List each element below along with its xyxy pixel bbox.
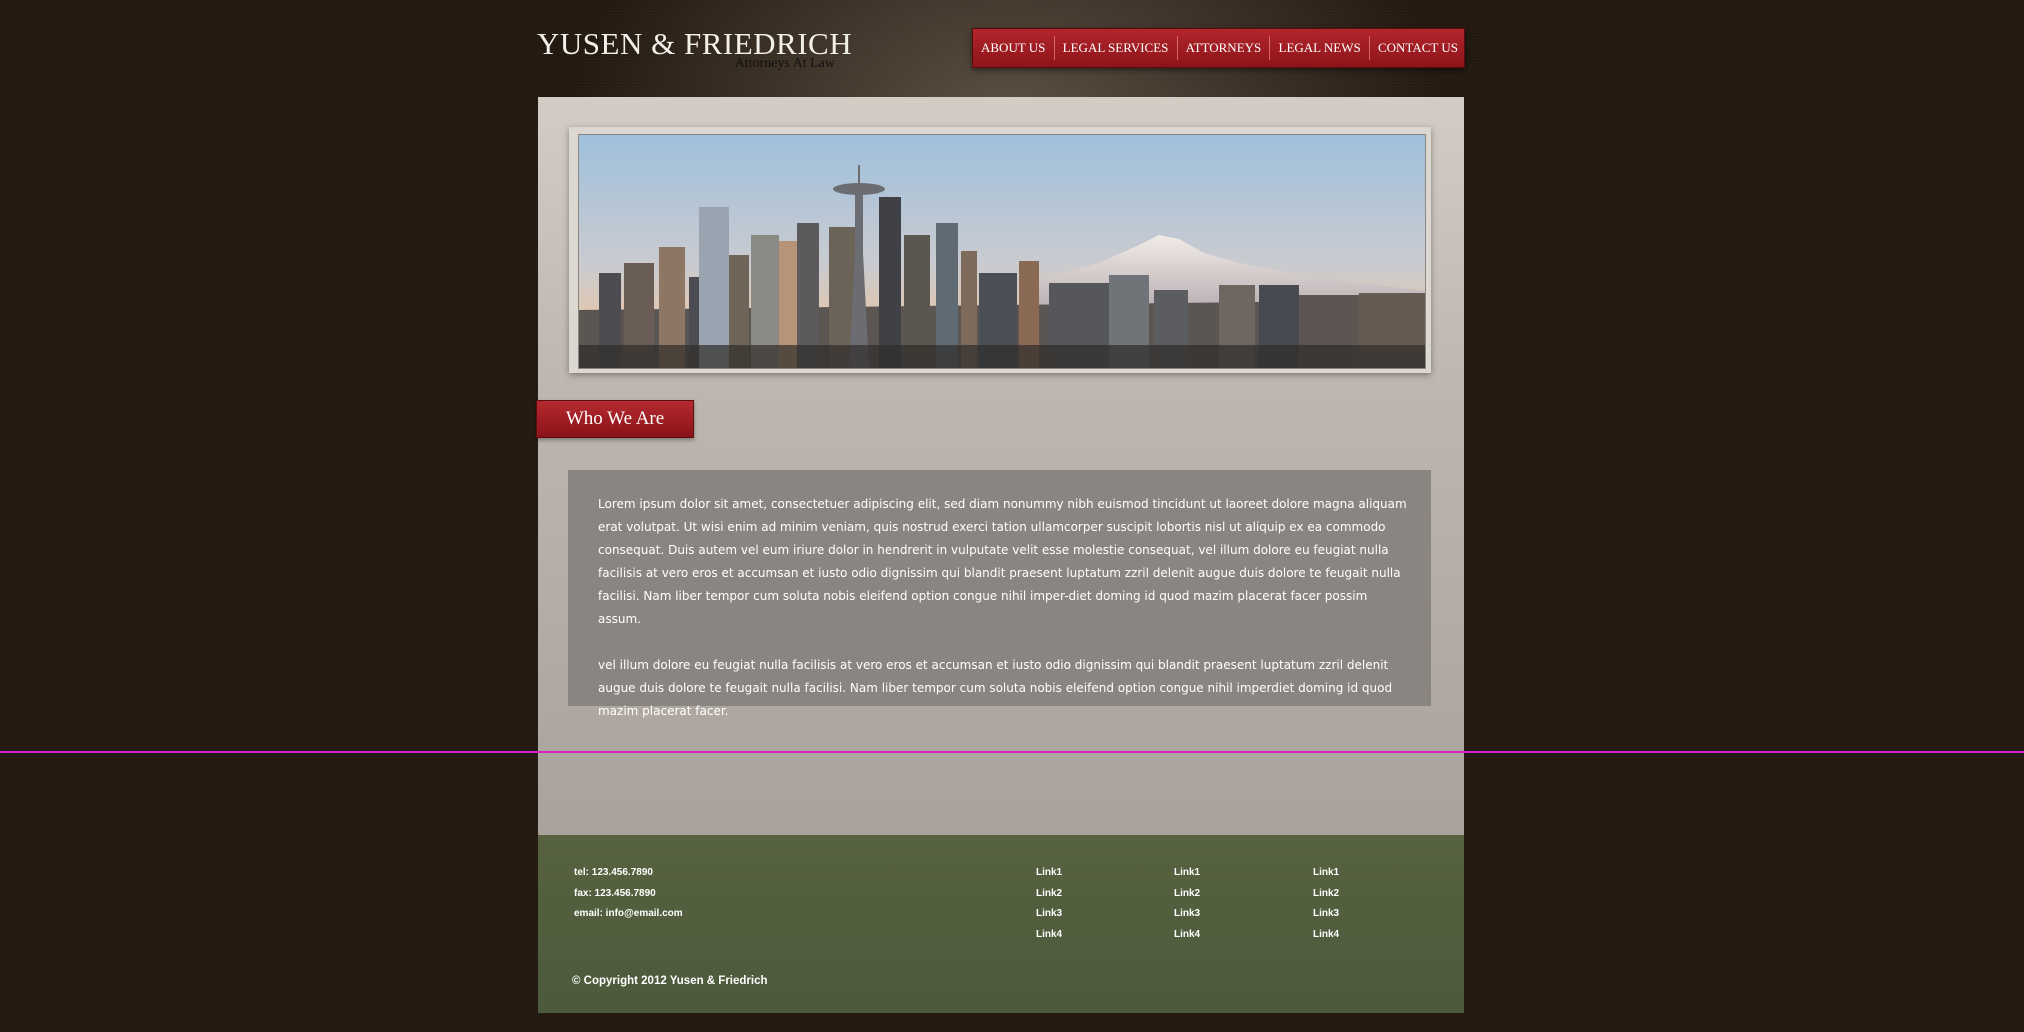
site-header: YUSEN & FRIEDRICH Attorneys At Law ABOUT… (537, 0, 1465, 97)
footer-links-column-2: Link1 Link2 Link3 Link4 (1174, 863, 1200, 945)
footer-link[interactable]: Link1 (1313, 863, 1339, 884)
footer-links-column-1: Link1 Link2 Link3 Link4 (1036, 863, 1062, 945)
footer-link[interactable]: Link4 (1036, 925, 1062, 946)
nav-attorneys[interactable]: ATTORNEYS (1186, 40, 1262, 56)
footer-link[interactable]: Link1 (1174, 863, 1200, 884)
section-heading-who-we-are: Who We Are (536, 400, 694, 438)
footer-link[interactable]: Link2 (1174, 884, 1200, 905)
nav-about-us[interactable]: ABOUT US (981, 40, 1045, 56)
nav-legal-news[interactable]: LEGAL NEWS (1279, 40, 1361, 56)
footer-link[interactable]: Link2 (1313, 884, 1339, 905)
footer-contact: tel: 123.456.7890 fax: 123.456.7890 emai… (574, 863, 683, 925)
nav-divider (1176, 36, 1178, 60)
footer-link[interactable]: Link3 (1174, 904, 1200, 925)
footer-email[interactable]: email: info@email.com (574, 904, 683, 925)
nav-legal-services[interactable]: LEGAL SERVICES (1063, 40, 1169, 56)
site-logo-subtitle: Attorneys At Law (734, 56, 835, 71)
guide-line (0, 751, 2024, 753)
about-paragraph-2: vel illum dolore eu feugiat nulla facili… (598, 658, 1393, 718)
nav-contact-us[interactable]: CONTACT US (1378, 40, 1458, 56)
nav-divider (1053, 36, 1055, 60)
footer-link[interactable]: Link4 (1174, 925, 1200, 946)
about-text-box: Lorem ipsum dolor sit amet, consectetuer… (568, 470, 1431, 718)
footer-link[interactable]: Link1 (1036, 863, 1062, 884)
footer-fax: fax: 123.456.7890 (574, 887, 656, 899)
footer-links-column-3: Link1 Link2 Link3 Link4 (1313, 863, 1339, 945)
main-nav: ABOUT US LEGAL SERVICES ATTORNEYS LEGAL … (972, 28, 1465, 68)
footer-link[interactable]: Link2 (1036, 884, 1062, 905)
footer-link[interactable]: Link3 (1036, 904, 1062, 925)
footer-copyright: © Copyright 2012 Yusen & Friedrich (572, 975, 768, 987)
nav-divider (1269, 36, 1271, 60)
main-content-panel: Who We Are Lorem ipsum dolor sit amet, c… (536, 97, 1464, 835)
footer-link[interactable]: Link4 (1313, 925, 1339, 946)
footer-link[interactable]: Link3 (1313, 904, 1339, 925)
footer-tel: tel: 123.456.7890 (574, 867, 653, 878)
hero-skyline-image (578, 134, 1426, 369)
site-footer: tel: 123.456.7890 fax: 123.456.7890 emai… (538, 835, 1464, 1013)
about-paragraph-1: Lorem ipsum dolor sit amet, consectetuer… (598, 497, 1407, 626)
nav-divider (1368, 36, 1370, 60)
hero-frame (569, 127, 1431, 373)
